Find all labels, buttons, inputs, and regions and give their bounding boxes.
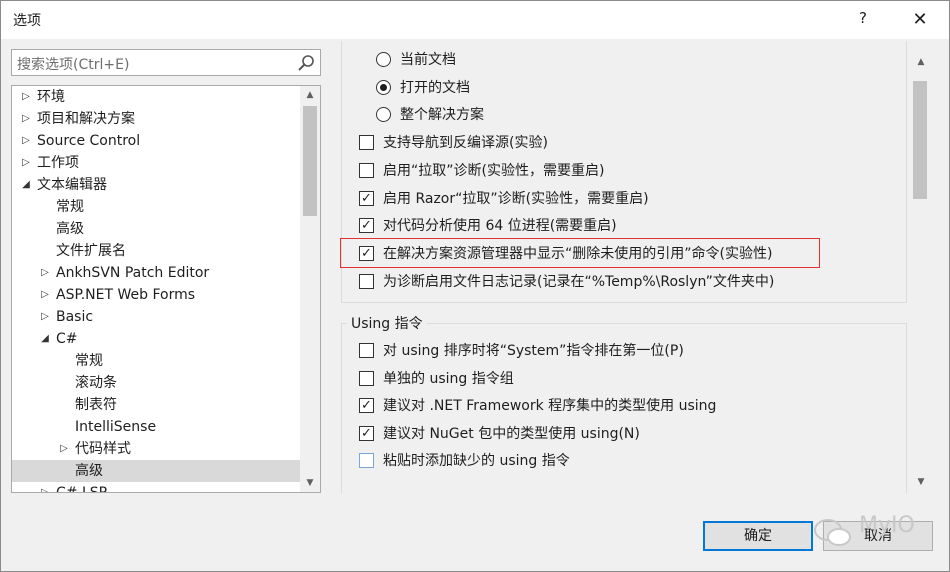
scroll-down-icon[interactable]: ▼ (911, 473, 931, 491)
option-label: 启用 Razor“拉取”诊断(实验性，需要重启) (383, 190, 649, 207)
watermark-text: MyIO (859, 513, 915, 538)
checkbox[interactable]: ✓ (359, 398, 374, 413)
tree-item[interactable]: 高级 (12, 218, 300, 240)
option-label: 当前文档 (400, 52, 456, 68)
tree-item[interactable]: 文件扩展名 (12, 240, 300, 262)
tree-item-label: Basic (56, 309, 94, 325)
tree-item[interactable]: IntelliSense (12, 416, 300, 438)
tree-item-label: C# (56, 331, 78, 347)
tree-item[interactable]: ▷ 环境 (12, 86, 300, 108)
tree-scroll-thumb[interactable] (303, 106, 317, 216)
checkbox[interactable] (359, 135, 374, 150)
tree-item-label: 高级 (56, 221, 84, 237)
tree-item-label: 常规 (75, 353, 103, 369)
tree-item[interactable]: ◢ C# (12, 328, 300, 350)
tree-item[interactable]: ◢ 文本编辑器 (12, 174, 300, 196)
expand-arrow-icon[interactable]: ▷ (20, 108, 32, 130)
scroll-up-icon[interactable]: ▲ (911, 53, 931, 71)
tree-item-label: 工作项 (37, 155, 79, 171)
tree-item-label: Source Control (37, 133, 141, 149)
search-icon[interactable] (296, 53, 316, 73)
expand-arrow-icon[interactable]: ▷ (39, 306, 51, 328)
panel-scroll-thumb[interactable] (913, 81, 927, 199)
tree-item[interactable]: 高级 (12, 460, 300, 482)
collapse-arrow-icon[interactable]: ◢ (39, 328, 51, 350)
tree-item[interactable]: 常规 (12, 350, 300, 372)
wechat-icon (814, 519, 851, 546)
tree-item-label: 常规 (56, 199, 84, 215)
dialog-title: 选项 (13, 13, 41, 29)
checkbox[interactable] (359, 274, 374, 289)
expand-arrow-icon[interactable]: ▷ (39, 284, 51, 306)
ok-button[interactable]: 确定 (703, 521, 813, 551)
expand-arrow-icon[interactable]: ▷ (20, 86, 32, 108)
tree-item-label: AnkhSVN Patch Editor (56, 265, 210, 281)
expand-arrow-icon[interactable]: ▷ (20, 130, 32, 152)
tree-item-label: 环境 (37, 89, 65, 105)
expand-arrow-icon[interactable]: ▷ (39, 482, 51, 492)
checkbox[interactable] (359, 162, 374, 178)
tree-item-label: ASP.NET Web Forms (56, 287, 196, 303)
option-label: 对 using 排序时将“System”指令排在第一位(P) (383, 343, 684, 359)
checkbox[interactable]: ✓ (359, 190, 374, 206)
tree-item-label: 文本编辑器 (37, 177, 107, 193)
tree-item-label: 项目和解决方案 (37, 111, 135, 127)
scroll-down-icon[interactable]: ▼ (300, 474, 320, 492)
radio-button[interactable] (376, 79, 391, 95)
help-button[interactable]: ? (853, 9, 873, 31)
highlight-box (340, 238, 820, 268)
option-label: 单独的 using 指令组 (383, 370, 514, 387)
checkbox[interactable] (359, 343, 374, 358)
tree-item[interactable]: 滚动条 (12, 372, 300, 394)
tree-item-label: 滚动条 (75, 375, 117, 391)
tree-item-label: 代码样式 (75, 441, 131, 457)
tree-scrollbar[interactable]: ▲ ▼ (300, 86, 320, 492)
expand-arrow-icon[interactable]: ▷ (58, 438, 70, 460)
tree-item-label: 文件扩展名 (56, 243, 126, 259)
search-input[interactable]: 搜索选项(Ctrl+E) (11, 49, 321, 76)
tree-item-label: 高级 (75, 463, 103, 479)
close-button[interactable]: ✕ (897, 3, 943, 37)
tree-item[interactable]: 制表符 (12, 394, 300, 416)
tree-item-label: IntelliSense (75, 419, 157, 435)
tree-item[interactable]: ▷ 项目和解决方案 (12, 108, 300, 130)
option-label: 建议对 .NET Framework 程序集中的类型使用 using (383, 398, 717, 414)
tree-item-label: 制表符 (75, 397, 117, 413)
panel-scrollbar[interactable]: ▲ ▼ (909, 41, 933, 493)
checkbox[interactable] (359, 370, 374, 386)
options-dialog: 选项 ? ✕ 搜索选项(Ctrl+E) ▷ 环境 ▷ 项目和解决方案 ▷ Source C… (0, 0, 950, 572)
title-bar: 选项 ? ✕ (1, 1, 949, 39)
tree-item[interactable]: ▷ C# LSP (12, 482, 300, 493)
tree-item[interactable]: ▷ Basic (12, 306, 300, 328)
tree-item[interactable]: ▷ 工作项 (12, 152, 300, 174)
option-label: 建议对 NuGet 包中的类型使用 using(N) (383, 425, 640, 442)
tree-item[interactable]: ▷ 代码样式 (12, 438, 300, 460)
radio-button[interactable] (376, 107, 391, 122)
tree-item[interactable]: ▷ ASP.NET Web Forms (12, 284, 300, 306)
option-label: 支持导航到反编译源(实验) (383, 135, 548, 151)
expand-arrow-icon[interactable]: ▷ (39, 262, 51, 284)
option-label: 打开的文档 (400, 79, 470, 96)
tree-item[interactable]: ▷ AnkhSVN Patch Editor (12, 262, 300, 284)
option-label: 粘贴时添加缺少的 using 指令 (383, 453, 570, 469)
tree-item[interactable]: ▷ Source Control (12, 130, 300, 152)
option-label: 整个解决方案 (400, 107, 484, 123)
collapse-arrow-icon[interactable]: ◢ (20, 174, 32, 196)
expand-arrow-icon[interactable]: ▷ (20, 152, 32, 174)
tree-item-label: C# LSP (56, 485, 108, 493)
tree-item[interactable]: 常规 (12, 196, 300, 218)
search-placeholder: 搜索选项(Ctrl+E) (17, 57, 130, 73)
option-label: 为诊断启用文件日志记录(记录在“%Temp%\Roslyn”文件夹中) (383, 274, 775, 290)
checkbox[interactable]: ✓ (359, 218, 374, 234)
using-group-title: Using 指令 (347, 313, 427, 333)
radio-button[interactable] (376, 52, 391, 67)
checkbox[interactable] (359, 453, 374, 468)
options-tree: ▷ 环境 ▷ 项目和解决方案 ▷ Source Control ▷ 工作项 ◢ 文本编辑器 常规 高级… (11, 85, 321, 493)
option-label: 启用“拉取”诊断(实验性，需要重启) (383, 162, 605, 179)
scroll-up-icon[interactable]: ▲ (300, 86, 320, 104)
option-label: 对代码分析使用 64 位进程(需要重启) (383, 218, 617, 235)
checkbox[interactable]: ✓ (359, 425, 374, 441)
